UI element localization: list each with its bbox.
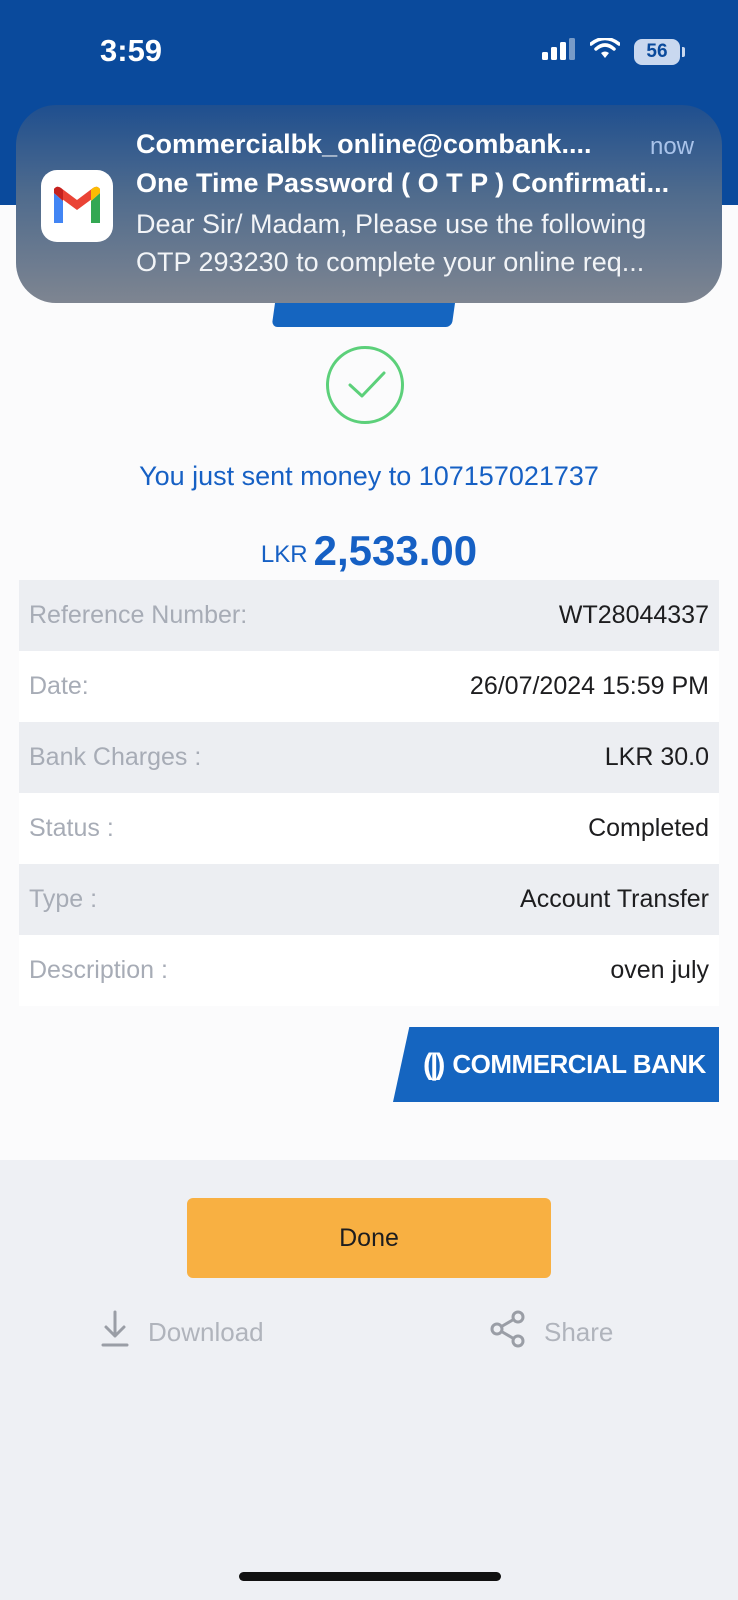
detail-value: Account Transfer: [520, 885, 709, 913]
detail-value: WT28044337: [558, 601, 709, 629]
amount-currency: LKR: [260, 541, 308, 568]
detail-row-reference: Reference Number: WT28044337: [19, 580, 719, 651]
transaction-details: Reference Number: WT28044337 Date: 26/07…: [19, 580, 719, 1006]
detail-value: LKR 30.0: [604, 743, 709, 771]
signal-icon: [542, 38, 576, 65]
detail-value: 26/07/2024 15:59 PM: [469, 672, 709, 700]
status-icons: 56: [542, 36, 685, 65]
bank-mark-icon: (|): [423, 1047, 445, 1081]
download-icon: [100, 1310, 130, 1355]
success-check-icon: [326, 346, 404, 424]
commercial-bank-logo: (|) COMMERCIAL BANK: [393, 1027, 719, 1102]
gmail-icon: [41, 170, 113, 242]
confirmation-message: You just sent money to 107157021737: [139, 461, 599, 491]
status-time: 3:59: [100, 33, 163, 68]
detail-label: Description :: [29, 956, 168, 984]
notification-subject: One Time Password ( O T P ) Confirmati..…: [136, 168, 670, 198]
download-label: Download: [148, 1317, 264, 1347]
notification-body: Dear Sir/ Madam, Please use the followin…: [136, 209, 647, 277]
wifi-icon: [589, 36, 621, 65]
amount-value: 2,533.00: [313, 527, 478, 574]
detail-row-description: Description : oven july: [19, 935, 719, 1006]
notification-sender: Commercialbk_online@combank....: [136, 129, 592, 159]
download-button[interactable]: Download: [100, 1310, 264, 1355]
detail-value: Completed: [588, 814, 709, 842]
share-label: Share: [544, 1317, 614, 1347]
bank-logo-text: COMMERCIAL BANK: [452, 1049, 706, 1079]
share-icon: [490, 1310, 526, 1355]
battery-icon: 56: [634, 38, 685, 65]
amount-display: LKR 2,533.00: [0, 527, 738, 575]
detail-row-bank-charges: Bank Charges : LKR 30.0: [19, 722, 719, 793]
detail-value: oven july: [610, 956, 709, 984]
detail-row-status: Status : Completed: [19, 793, 719, 864]
detail-label: Date:: [29, 672, 89, 700]
detail-label: Type :: [29, 885, 98, 913]
notification-time: now: [649, 133, 694, 160]
home-indicator[interactable]: [239, 1572, 501, 1581]
email-notification-banner[interactable]: Commercialbk_online@combank.... now One …: [16, 105, 722, 303]
detail-label: Status :: [29, 814, 114, 842]
detail-row-date: Date: 26/07/2024 15:59 PM: [19, 651, 719, 722]
detail-label: Reference Number:: [29, 601, 248, 629]
share-button[interactable]: Share: [490, 1310, 613, 1355]
detail-label: Bank Charges :: [29, 743, 202, 771]
detail-row-type: Type : Account Transfer: [19, 864, 719, 935]
done-button[interactable]: Done: [187, 1198, 551, 1278]
